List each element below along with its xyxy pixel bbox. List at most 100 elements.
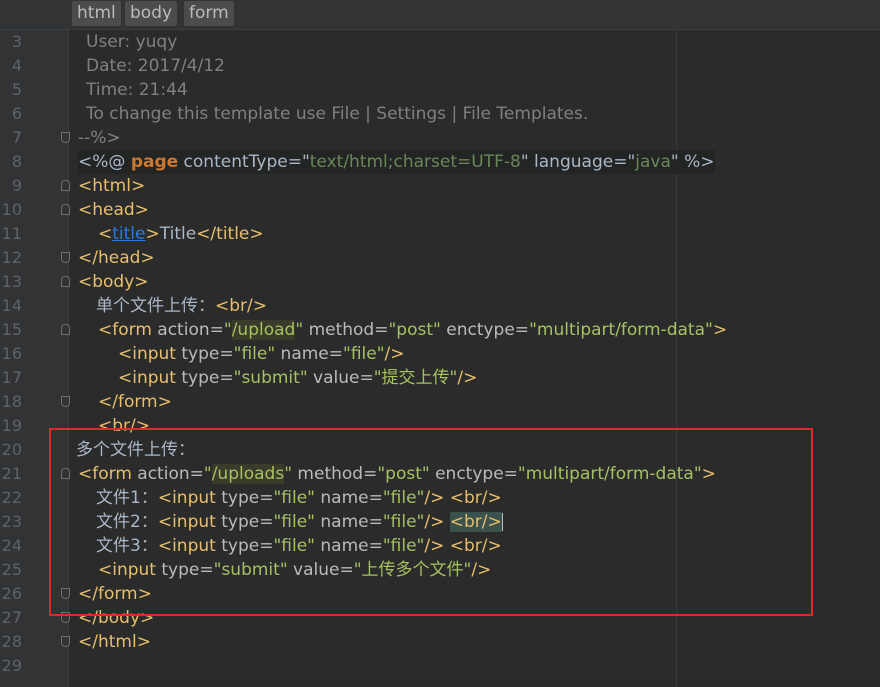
code-token: Time: 21:44 (86, 80, 188, 100)
code-text: --%> (78, 126, 121, 150)
code-line[interactable]: 28 </html> (0, 630, 880, 654)
breadcrumb-item-body[interactable]: body (125, 1, 178, 26)
code-token: name= (275, 344, 344, 364)
fold-marker-icon[interactable] (61, 276, 70, 287)
code-line[interactable]: 9 <html> (0, 174, 880, 198)
line-number: 25 (1, 560, 22, 579)
code-text: User: yuqy (86, 30, 177, 54)
code-token: </head> (78, 248, 155, 268)
code-line[interactable]: 3 User: yuqy (0, 30, 880, 54)
code-token: language= (528, 152, 628, 172)
line-number: 10 (1, 200, 22, 219)
code-token: </title> (196, 224, 264, 244)
code-token: %> (678, 152, 715, 172)
line-number: 29 (1, 656, 22, 675)
code-token: "submit" (233, 368, 308, 388)
code-line[interactable]: 15 <form action="/upload" method="post" e… (0, 318, 880, 342)
line-number: 5 (11, 80, 22, 99)
line-number: 13 (1, 272, 22, 291)
code-text: To change this template use File | Setti… (86, 102, 588, 126)
code-token: "file" (233, 344, 276, 364)
code-token: Title (159, 224, 197, 244)
code-token: value= (307, 368, 374, 388)
breadcrumb-item-html[interactable]: html (72, 1, 121, 26)
line-number: 17 (1, 368, 22, 387)
code-token: " (301, 152, 310, 172)
code-text: Time: 21:44 (86, 78, 188, 102)
fold-marker-icon[interactable] (61, 132, 70, 143)
code-line[interactable]: 11 <title>Title</title> (0, 222, 880, 246)
code-text: </head> (78, 246, 155, 270)
line-number: 26 (1, 584, 22, 603)
code-token: "post" (388, 320, 441, 340)
code-line[interactable]: 17 <input type="submit" value="提交上传"/> (0, 366, 880, 390)
code-token: <br/> (215, 296, 267, 316)
code-token: /upload (231, 320, 296, 340)
code-text: Date: 2017/4/12 (86, 54, 225, 78)
line-number: 14 (1, 296, 22, 315)
code-line[interactable]: 7 --%> (0, 126, 880, 150)
code-text: <body> (78, 270, 149, 294)
line-number: 28 (1, 632, 22, 651)
code-token: " (295, 320, 304, 340)
code-token: --%> (78, 128, 121, 148)
code-line[interactable]: 8 <%@ page contentType="text/html;charset… (0, 150, 880, 174)
code-token: To change this template use File | Setti… (86, 104, 589, 124)
code-line[interactable]: 14 单个文件上传：<br/> (0, 294, 880, 318)
code-text: <input type="submit" value="提交上传"/> (118, 366, 477, 390)
line-number: 4 (11, 56, 22, 75)
code-token: <html> (78, 176, 146, 196)
breadcrumb-item-form[interactable]: form (184, 1, 234, 26)
fold-marker-icon[interactable] (61, 396, 70, 407)
line-number: 27 (1, 608, 22, 627)
code-line[interactable]: 5 Time: 21:44 (0, 78, 880, 102)
fold-marker-icon[interactable] (61, 180, 70, 191)
code-token: "提交上传" (373, 368, 458, 388)
code-token: <input (118, 344, 182, 364)
code-token: type= (181, 344, 234, 364)
line-number: 20 (1, 440, 22, 459)
code-token: User: yuqy (86, 32, 178, 52)
line-number: 24 (1, 536, 22, 555)
code-token: enctype= (440, 320, 530, 340)
code-line[interactable]: 6 To change this template use File | Sett… (0, 102, 880, 126)
fold-marker-icon[interactable] (61, 252, 70, 263)
code-line[interactable]: 10 <head> (0, 198, 880, 222)
code-token: text/html;charset=UTF-8 (309, 152, 521, 172)
code-token: /> (384, 344, 405, 364)
code-token: page (130, 152, 179, 172)
code-line[interactable]: 12 </head> (0, 246, 880, 270)
line-number: 3 (11, 32, 22, 51)
code-token: title (112, 224, 146, 244)
breadcrumb: html body form (0, 0, 880, 30)
line-number: 9 (11, 176, 22, 195)
code-token: <body> (78, 272, 149, 292)
code-line[interactable]: 16 <input type="file" name="file"/> (0, 342, 880, 366)
code-line[interactable]: 18 </form> (0, 390, 880, 414)
code-token: "file" (343, 344, 385, 364)
line-number: 21 (1, 464, 22, 483)
code-token: <%@ (78, 152, 131, 172)
code-token: < (98, 224, 113, 244)
code-token: action= (157, 320, 224, 340)
highlight-annotation-box (49, 428, 813, 616)
code-token: method= (303, 320, 389, 340)
line-number: 22 (1, 488, 22, 507)
line-number: 6 (11, 104, 22, 123)
fold-marker-icon[interactable] (61, 324, 70, 335)
code-line[interactable]: 29 (0, 654, 880, 678)
code-text: 单个文件上传：<br/> (96, 294, 267, 318)
fold-marker-icon[interactable] (61, 636, 70, 647)
code-text: </html> (78, 630, 151, 654)
code-line[interactable]: 4 Date: 2017/4/12 (0, 54, 880, 78)
code-text: </form> (98, 390, 172, 414)
code-token: <form (98, 320, 158, 340)
code-token: type= (181, 368, 234, 388)
code-token: " (520, 152, 529, 172)
code-line[interactable]: 13 <body> (0, 270, 880, 294)
code-token: 单个文件上传： (96, 296, 215, 316)
line-number: 23 (1, 512, 22, 531)
code-token: " (223, 320, 232, 340)
fold-marker-icon[interactable] (61, 204, 70, 215)
code-token: /> (457, 368, 478, 388)
